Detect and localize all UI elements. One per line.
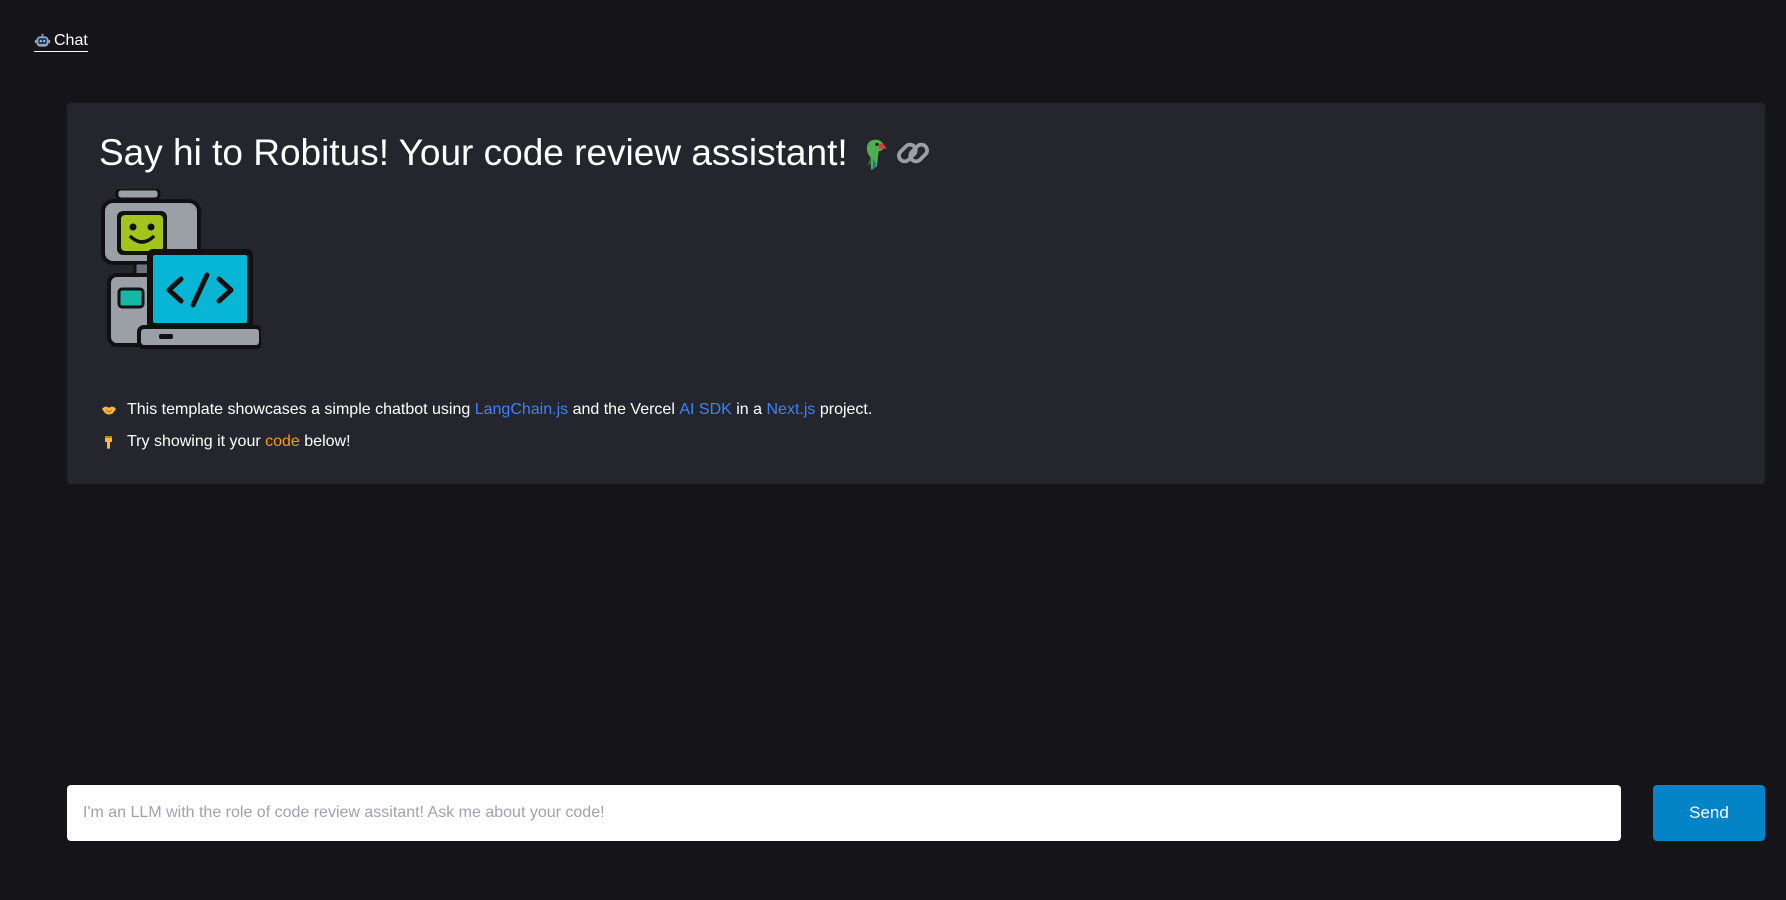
chat-nav-link[interactable]: Chat <box>34 32 88 52</box>
chat-message-input[interactable] <box>67 785 1621 841</box>
top-nav: Chat <box>34 32 88 55</box>
welcome-title: Say hi to Robitus! Your code review assi… <box>99 131 1733 175</box>
welcome-card: Say hi to Robitus! Your code review assi… <box>67 103 1765 484</box>
intro-line-2-text-a: Try showing it your <box>127 433 266 450</box>
ai-sdk-link[interactable]: AI SDK <box>679 401 731 419</box>
robot-laptop-illustration <box>101 187 263 349</box>
intro-line-2-text-b: below! <box>299 433 351 450</box>
handshake-icon <box>102 406 116 415</box>
intro-line-1-text-a: This template showcases a simple chatbot… <box>127 401 475 418</box>
parrot-icon <box>866 139 887 171</box>
link-icon <box>896 142 929 164</box>
chat-nav-label: Chat <box>54 32 88 49</box>
welcome-title-text: Say hi to Robitus! Your code review assi… <box>99 132 848 173</box>
title-emojis <box>856 134 932 172</box>
intro-line-2: Try showing it your code below! <box>99 426 1733 458</box>
pointing-down-icon <box>105 436 112 449</box>
code-highlight: code <box>265 433 300 450</box>
langchain-link[interactable]: LangChain.js <box>475 401 568 419</box>
intro-line-1-text-c: in a <box>731 401 767 418</box>
intro-lines: This template showcases a simple chatbot… <box>99 394 1733 458</box>
nextjs-link[interactable]: Next.js <box>766 401 815 419</box>
chat-composer: Send <box>67 785 1765 841</box>
intro-line-1: This template showcases a simple chatbot… <box>99 394 1733 426</box>
intro-line-1-text-b: and the Vercel <box>568 401 680 418</box>
send-button[interactable]: Send <box>1653 785 1765 841</box>
intro-line-1-text-d: project. <box>815 401 873 418</box>
robot-icon <box>34 33 51 47</box>
